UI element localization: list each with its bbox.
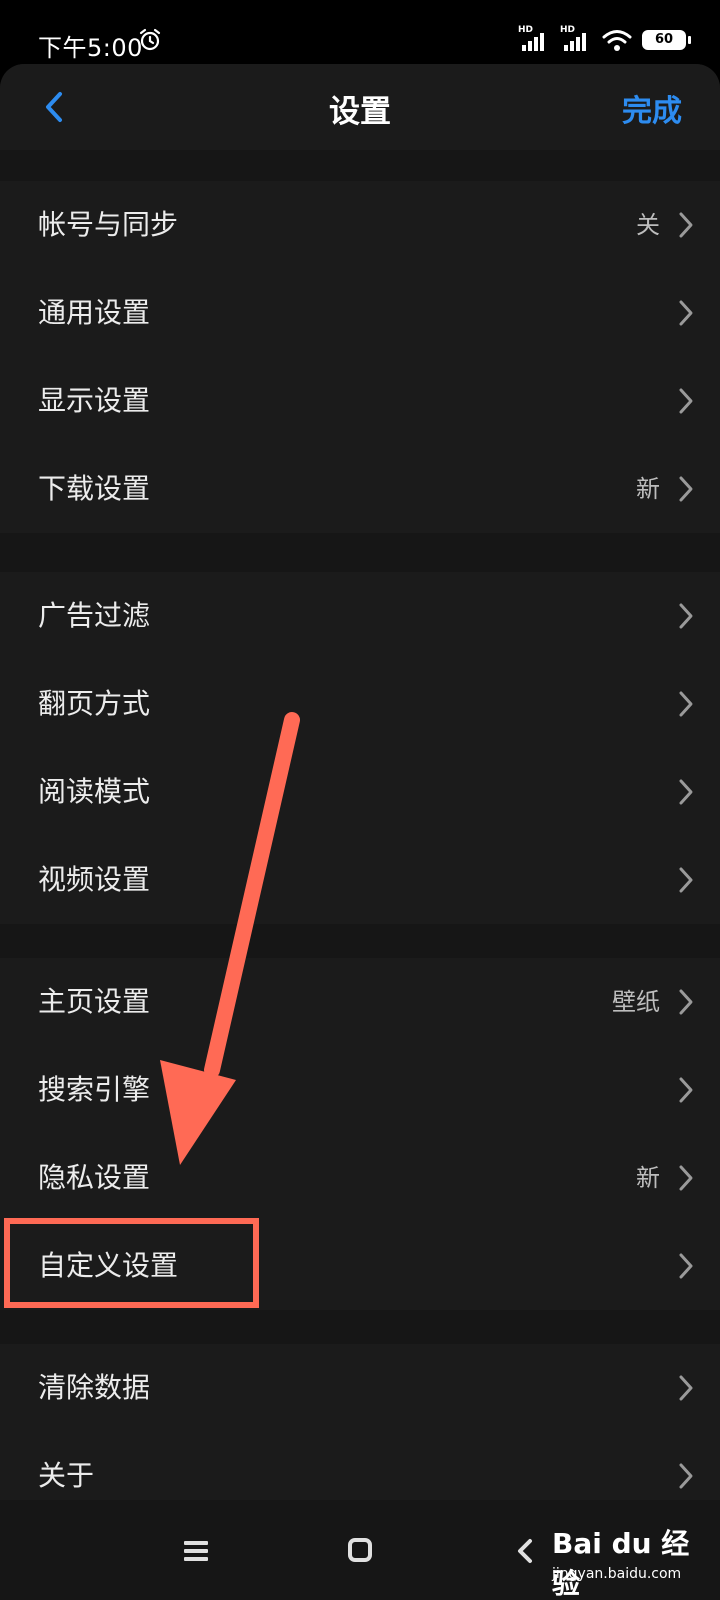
settings-group-2: 广告过滤 翻页方式 阅读模式 视频设置 (0, 572, 720, 924)
chevron-right-icon (679, 989, 693, 1015)
chevron-right-icon (679, 1077, 693, 1103)
chevron-right-icon (679, 779, 693, 805)
settings-row-reading-mode[interactable]: 阅读模式 (0, 748, 720, 836)
row-label: 显示设置 (38, 384, 151, 417)
chevron-right-icon (679, 476, 693, 502)
signal-icon: HD (518, 25, 550, 53)
baidu-watermark: Bai du 经验 jingyan.baidu.com (552, 1522, 702, 1600)
chevron-right-icon (679, 691, 693, 717)
highlight-box (4, 1218, 259, 1308)
settings-row-display[interactable]: 显示设置 (0, 357, 720, 445)
row-value: 新 (636, 475, 660, 503)
chevron-right-icon (679, 867, 693, 893)
row-label: 视频设置 (38, 863, 151, 896)
settings-row-page-turn[interactable]: 翻页方式 (0, 660, 720, 748)
chevron-right-icon (679, 388, 693, 414)
chevron-right-icon (679, 212, 693, 238)
home-icon[interactable] (348, 1538, 372, 1562)
row-label: 翻页方式 (38, 687, 151, 720)
chevron-right-icon (679, 1463, 693, 1489)
settings-group-4: 清除数据 关于 (0, 1344, 720, 1520)
back-nav-icon[interactable] (516, 1538, 534, 1564)
row-label: 阅读模式 (38, 775, 151, 808)
settings-row-video[interactable]: 视频设置 (0, 836, 720, 924)
navigation-bar: Bai du 经验 jingyan.baidu.com (0, 1500, 720, 1600)
chevron-right-icon (679, 1375, 693, 1401)
settings-row-privacy[interactable]: 隐私设置 新 (0, 1134, 720, 1222)
header: 设置 完成 (0, 64, 720, 150)
settings-group-1: 帐号与同步 关 通用设置 显示设置 下载设置 新 (0, 181, 720, 533)
watermark-brand: Bai du 经验 (552, 1527, 690, 1600)
row-label: 清除数据 (38, 1371, 151, 1404)
settings-row-ad-filter[interactable]: 广告过滤 (0, 572, 720, 660)
settings-row-search-engine[interactable]: 搜索引擎 (0, 1046, 720, 1134)
settings-row-download[interactable]: 下载设置 新 (0, 445, 720, 533)
chevron-right-icon (679, 1165, 693, 1191)
chevron-right-icon (679, 300, 693, 326)
settings-screen: 设置 完成 帐号与同步 关 通用设置 显示设置 下载设置 新 广告过滤 翻页方式… (0, 64, 720, 1600)
settings-row-clear-data[interactable]: 清除数据 (0, 1344, 720, 1432)
alarm-icon (139, 28, 161, 51)
status-bar: 下午5:00 HD HD 60 (0, 0, 720, 70)
page-title: 设置 (329, 94, 391, 130)
row-label: 通用设置 (38, 296, 151, 329)
settings-row-account-sync[interactable]: 帐号与同步 关 (0, 181, 720, 269)
menu-icon[interactable] (184, 1540, 208, 1562)
chevron-right-icon (679, 603, 693, 629)
watermark-url: jingyan.baidu.com (552, 1566, 682, 1582)
settings-row-homepage[interactable]: 主页设置 壁纸 (0, 958, 720, 1046)
row-label: 搜索引擎 (38, 1073, 151, 1106)
settings-row-general[interactable]: 通用设置 (0, 269, 720, 357)
done-button[interactable]: 完成 (622, 86, 682, 130)
row-label: 广告过滤 (38, 599, 151, 632)
row-value: 关 (636, 211, 660, 239)
status-time: 下午5:00 (38, 34, 143, 62)
row-label: 隐私设置 (38, 1161, 151, 1194)
row-label: 主页设置 (38, 985, 151, 1018)
row-label: 帐号与同步 (38, 208, 179, 241)
battery-level: 60 (654, 32, 674, 47)
row-value: 新 (636, 1164, 660, 1192)
battery-icon: 60 (642, 30, 691, 50)
row-label: 下载设置 (38, 472, 151, 505)
status-icons: HD HD 60 (518, 25, 691, 54)
chevron-right-icon (679, 1253, 693, 1279)
wifi-icon (602, 30, 632, 51)
row-value: 壁纸 (612, 988, 660, 1016)
signal-icon: HD (560, 25, 592, 53)
